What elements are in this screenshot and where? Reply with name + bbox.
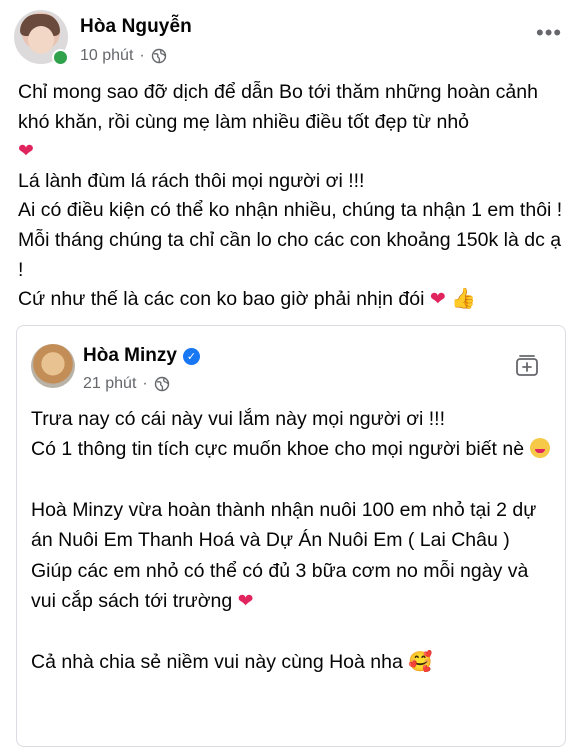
post-body: Chỉ mong sao đỡ dịch để dẫn Bo tới thăm …	[18, 78, 570, 315]
post-text: Chỉ mong sao đỡ dịch để dẫn Bo tới thăm …	[18, 81, 538, 133]
post-line: Cứ như thế là các con ko bao giờ phải nh…	[18, 285, 570, 315]
shared-line: Hoà Minzy vừa hoàn thành nhận nuôi 100 e…	[31, 498, 537, 552]
thumbs-up-icon: 👍	[451, 288, 477, 311]
shared-post-card[interactable]: Hòa Minzy ✓ 21 phút · Trưa nay có cái nà…	[16, 325, 566, 747]
shared-line: Giúp các em nhỏ có thể có đủ 3 bữa cơm n…	[31, 556, 555, 618]
author-name[interactable]: Hòa Nguyễn	[80, 16, 192, 38]
globe-icon[interactable]	[154, 376, 170, 392]
heart-icon: ❤	[237, 591, 254, 613]
post-line: Chỉ mong sao đỡ dịch để dẫn Bo tới thăm …	[18, 78, 570, 167]
shared-post-time[interactable]: 21 phút	[83, 375, 136, 393]
shared-author: Hòa Minzy ✓	[83, 345, 200, 367]
shared-post-meta: 21 phút ·	[83, 375, 170, 393]
shared-text: Cả nhà chia sẻ niềm vui này cùng Hoà nha	[31, 651, 403, 674]
shared-line: Có 1 thông tin tích cực muốn khoe cho mọ…	[31, 434, 555, 464]
shared-line: Cả nhà chia sẻ niềm vui này cùng Hoà nha…	[31, 647, 555, 677]
post-meta: 10 phút ·	[80, 47, 167, 65]
shared-author-avatar[interactable]	[31, 344, 75, 388]
online-status-dot	[52, 49, 69, 66]
avatar-face	[28, 26, 54, 54]
shared-author-name[interactable]: Hòa Minzy	[83, 345, 177, 367]
tongue-face-icon	[529, 438, 550, 459]
shared-line: Trưa nay có cái này vui lắm này mọi ngườ…	[31, 408, 446, 430]
globe-icon[interactable]	[151, 48, 167, 64]
heart-icon: ❤	[18, 141, 34, 163]
post-text: Cứ như thế là các con ko bao giờ phải nh…	[18, 288, 425, 311]
heart-icon: ❤	[429, 289, 446, 311]
shared-text: Có 1 thông tin tích cực muốn khoe cho mọ…	[31, 438, 525, 461]
save-post-icon[interactable]	[514, 352, 540, 378]
more-options-icon[interactable]: •••	[536, 22, 562, 44]
meta-separator: ·	[142, 375, 148, 392]
facebook-post: Hòa Nguyễn 10 phút · ••• Chỉ mong sao đỡ…	[0, 0, 580, 754]
post-line: Ai có điều kiện có thể ko nhận nhiều, ch…	[18, 199, 563, 281]
post-line: Lá lành đùm lá rách thôi mọi người ơi !!…	[18, 169, 365, 192]
verified-badge-icon: ✓	[182, 347, 200, 365]
smiling-hearts-icon: 🥰	[408, 651, 433, 674]
shared-post-body: Trưa nay có cái này vui lắm này mọi ngườ…	[31, 404, 555, 678]
post-time[interactable]: 10 phút	[80, 47, 133, 65]
meta-separator: ·	[139, 47, 145, 64]
shared-text: Giúp các em nhỏ có thể có đủ 3 bữa cơm n…	[31, 559, 529, 613]
